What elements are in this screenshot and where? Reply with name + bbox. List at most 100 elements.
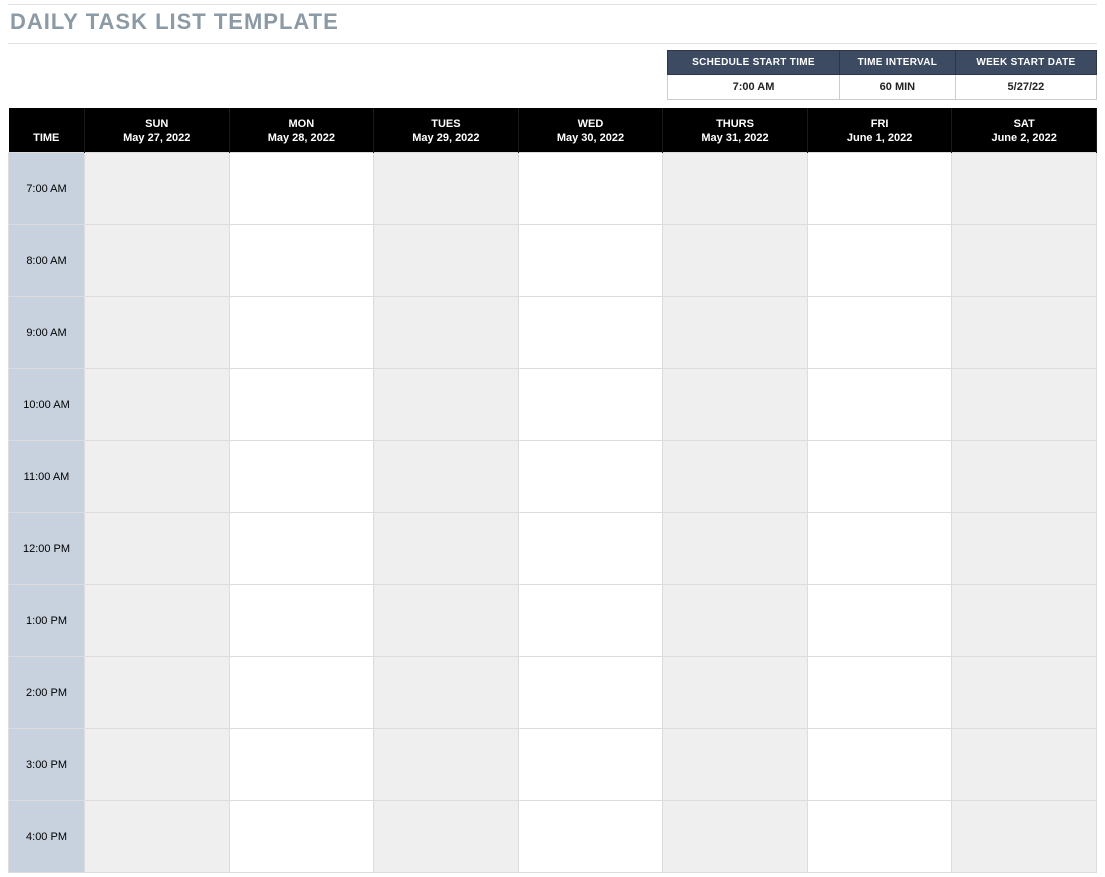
schedule-cell[interactable] bbox=[518, 657, 663, 729]
schedule-cell[interactable] bbox=[952, 729, 1097, 801]
settings-value-interval[interactable]: 60 MIN bbox=[840, 75, 956, 100]
day-name: THURS bbox=[716, 118, 754, 130]
schedule-cell[interactable] bbox=[229, 729, 374, 801]
schedule-cell[interactable] bbox=[663, 585, 808, 657]
schedule-cell[interactable] bbox=[229, 225, 374, 297]
schedule-cell[interactable] bbox=[85, 441, 230, 513]
schedule-cell[interactable] bbox=[229, 513, 374, 585]
schedule-cell[interactable] bbox=[807, 153, 952, 225]
schedule-table: TIME SUN May 27, 2022 MON May 28, 2022 T… bbox=[8, 108, 1097, 873]
schedule-cell[interactable] bbox=[374, 225, 519, 297]
schedule-cell[interactable] bbox=[807, 801, 952, 873]
schedule-cell[interactable] bbox=[374, 369, 519, 441]
schedule-cell[interactable] bbox=[85, 225, 230, 297]
schedule-cell[interactable] bbox=[374, 441, 519, 513]
day-name: FRI bbox=[871, 118, 889, 130]
time-column-header: TIME bbox=[9, 108, 85, 153]
schedule-cell[interactable] bbox=[952, 585, 1097, 657]
schedule-cell[interactable] bbox=[229, 801, 374, 873]
schedule-cell[interactable] bbox=[518, 441, 663, 513]
schedule-cell[interactable] bbox=[663, 153, 808, 225]
schedule-cell[interactable] bbox=[952, 297, 1097, 369]
settings-table: SCHEDULE START TIME TIME INTERVAL WEEK S… bbox=[667, 50, 1097, 100]
day-name: WED bbox=[578, 118, 604, 130]
settings-header-week-start: WEEK START DATE bbox=[955, 51, 1096, 75]
time-cell: 10:00 AM bbox=[9, 369, 85, 441]
day-header-sat: SAT June 2, 2022 bbox=[952, 108, 1097, 153]
time-cell: 4:00 PM bbox=[9, 801, 85, 873]
schedule-cell[interactable] bbox=[85, 801, 230, 873]
day-date: June 2, 2022 bbox=[956, 132, 1092, 144]
schedule-cell[interactable] bbox=[807, 585, 952, 657]
day-date: June 1, 2022 bbox=[812, 132, 948, 144]
schedule-cell[interactable] bbox=[518, 369, 663, 441]
day-date: May 30, 2022 bbox=[523, 132, 659, 144]
schedule-cell[interactable] bbox=[952, 513, 1097, 585]
settings-value-start-time[interactable]: 7:00 AM bbox=[668, 75, 840, 100]
schedule-cell[interactable] bbox=[952, 441, 1097, 513]
schedule-cell[interactable] bbox=[952, 225, 1097, 297]
schedule-cell[interactable] bbox=[374, 657, 519, 729]
schedule-row: 8:00 AM bbox=[9, 225, 1097, 297]
schedule-cell[interactable] bbox=[663, 441, 808, 513]
schedule-cell[interactable] bbox=[85, 585, 230, 657]
schedule-cell[interactable] bbox=[518, 153, 663, 225]
schedule-cell[interactable] bbox=[229, 585, 374, 657]
schedule-cell[interactable] bbox=[229, 441, 374, 513]
schedule-cell[interactable] bbox=[85, 729, 230, 801]
schedule-cell[interactable] bbox=[663, 297, 808, 369]
schedule-cell[interactable] bbox=[807, 657, 952, 729]
schedule-cell[interactable] bbox=[374, 513, 519, 585]
schedule-cell[interactable] bbox=[229, 297, 374, 369]
settings-header-interval: TIME INTERVAL bbox=[840, 51, 956, 75]
schedule-cell[interactable] bbox=[374, 801, 519, 873]
schedule-cell[interactable] bbox=[663, 513, 808, 585]
schedule-cell[interactable] bbox=[952, 369, 1097, 441]
schedule-row: 12:00 PM bbox=[9, 513, 1097, 585]
schedule-cell[interactable] bbox=[518, 585, 663, 657]
day-date: May 27, 2022 bbox=[89, 132, 225, 144]
schedule-row: 10:00 AM bbox=[9, 369, 1097, 441]
schedule-cell[interactable] bbox=[374, 153, 519, 225]
schedule-cell[interactable] bbox=[85, 369, 230, 441]
schedule-row: 11:00 AM bbox=[9, 441, 1097, 513]
day-header-mon: MON May 28, 2022 bbox=[229, 108, 374, 153]
schedule-cell[interactable] bbox=[663, 369, 808, 441]
schedule-cell[interactable] bbox=[807, 513, 952, 585]
schedule-cell[interactable] bbox=[518, 297, 663, 369]
schedule-cell[interactable] bbox=[807, 369, 952, 441]
schedule-cell[interactable] bbox=[952, 657, 1097, 729]
schedule-cell[interactable] bbox=[229, 153, 374, 225]
schedule-cell[interactable] bbox=[663, 225, 808, 297]
schedule-cell[interactable] bbox=[663, 657, 808, 729]
schedule-row: 3:00 PM bbox=[9, 729, 1097, 801]
schedule-cell[interactable] bbox=[952, 153, 1097, 225]
schedule-cell[interactable] bbox=[807, 225, 952, 297]
schedule-cell[interactable] bbox=[807, 441, 952, 513]
schedule-row: 2:00 PM bbox=[9, 657, 1097, 729]
time-cell: 2:00 PM bbox=[9, 657, 85, 729]
schedule-cell[interactable] bbox=[807, 297, 952, 369]
schedule-cell[interactable] bbox=[374, 729, 519, 801]
settings-value-week-start[interactable]: 5/27/22 bbox=[955, 75, 1096, 100]
schedule-row: 9:00 AM bbox=[9, 297, 1097, 369]
schedule-cell[interactable] bbox=[85, 513, 230, 585]
schedule-cell[interactable] bbox=[85, 153, 230, 225]
schedule-cell[interactable] bbox=[663, 801, 808, 873]
schedule-cell[interactable] bbox=[952, 801, 1097, 873]
time-cell: 8:00 AM bbox=[9, 225, 85, 297]
schedule-cell[interactable] bbox=[807, 729, 952, 801]
schedule-cell[interactable] bbox=[518, 225, 663, 297]
schedule-cell[interactable] bbox=[229, 369, 374, 441]
day-date: May 31, 2022 bbox=[667, 132, 803, 144]
schedule-cell[interactable] bbox=[374, 297, 519, 369]
schedule-cell[interactable] bbox=[85, 657, 230, 729]
schedule-cell[interactable] bbox=[85, 297, 230, 369]
schedule-cell[interactable] bbox=[663, 729, 808, 801]
schedule-cell[interactable] bbox=[518, 801, 663, 873]
schedule-cell[interactable] bbox=[374, 585, 519, 657]
schedule-cell[interactable] bbox=[518, 729, 663, 801]
schedule-cell[interactable] bbox=[518, 513, 663, 585]
schedule-cell[interactable] bbox=[229, 657, 374, 729]
time-cell: 12:00 PM bbox=[9, 513, 85, 585]
